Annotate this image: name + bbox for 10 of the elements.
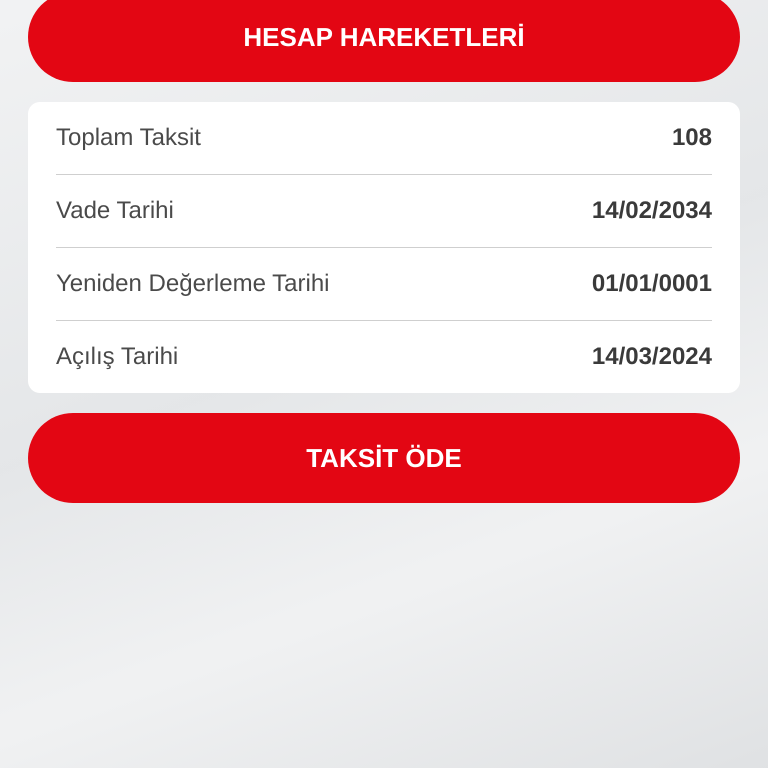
- detail-value: 108: [672, 124, 712, 152]
- detail-value: 14/02/2034: [592, 197, 712, 225]
- detail-label: Vade Tarihi: [56, 197, 174, 225]
- action-button[interactable]: TAKSİT ÖDE: [28, 413, 740, 503]
- detail-label: Açılış Tarihi: [56, 343, 178, 371]
- detail-label: Yeniden Değerleme Tarihi: [56, 270, 330, 298]
- detail-value: 14/03/2024: [592, 343, 712, 371]
- detail-value: 01/01/0001: [592, 270, 712, 298]
- action-button[interactable]: HESAP HAREKETLERİ: [28, 0, 740, 82]
- detail-label: Toplam Taksit: [56, 124, 201, 152]
